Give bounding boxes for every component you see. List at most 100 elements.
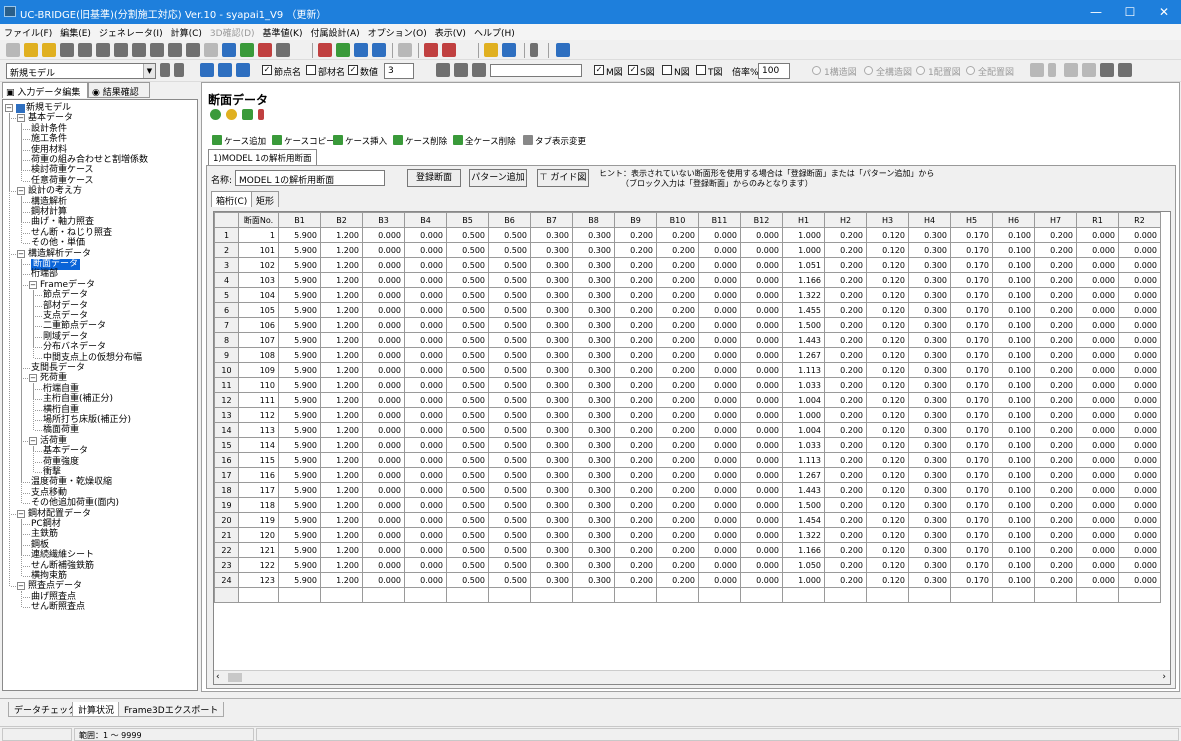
value-cell[interactable]: 0.200	[1034, 542, 1077, 558]
model-select[interactable]: 新規モデル ▼	[6, 63, 156, 79]
value-cell[interactable]: 0.000	[1076, 557, 1119, 573]
value-cell[interactable]: 0.000	[362, 392, 405, 408]
value-cell[interactable]: 0.120	[866, 392, 909, 408]
value-cell[interactable]: 0.000	[740, 242, 783, 258]
value-cell[interactable]: 0.500	[488, 287, 531, 303]
new-file-icon[interactable]	[6, 43, 20, 57]
value-cell[interactable]: 0.120	[866, 542, 909, 558]
value-cell[interactable]: 0.100	[992, 317, 1035, 333]
empty-cell[interactable]	[1118, 587, 1161, 603]
value-cell[interactable]: 0.000	[362, 287, 405, 303]
value-cell[interactable]: 0.300	[530, 392, 573, 408]
value-cell[interactable]: 0.000	[698, 257, 741, 273]
empty-cell[interactable]	[572, 587, 615, 603]
menu-item-1[interactable]: 編集(E)	[56, 24, 95, 39]
value-cell[interactable]: 0.500	[446, 512, 489, 528]
value-cell[interactable]: 0.000	[1076, 527, 1119, 543]
tab-display-change-button[interactable]: タブ表示変更	[523, 135, 586, 148]
value-cell[interactable]: 0.300	[572, 557, 615, 573]
tree-node[interactable]: 使用材料	[31, 145, 67, 156]
tree-node[interactable]: 死荷重	[40, 373, 67, 384]
value-cell[interactable]: 0.500	[488, 422, 531, 438]
value-cell[interactable]: 5.900	[278, 527, 321, 543]
value-cell[interactable]: 0.500	[446, 467, 489, 483]
value-cell[interactable]: 0.000	[1118, 332, 1161, 348]
value-cell[interactable]: 0.200	[656, 272, 699, 288]
section-no-cell[interactable]: 109	[238, 362, 279, 378]
value-cell[interactable]: 0.120	[866, 227, 909, 243]
value-cell[interactable]: 0.000	[1076, 362, 1119, 378]
value-cell[interactable]: 0.120	[866, 272, 909, 288]
value-cell[interactable]: 0.200	[824, 347, 867, 363]
value-cell[interactable]: 0.000	[362, 527, 405, 543]
value-cell[interactable]: 0.500	[488, 302, 531, 318]
value-cell[interactable]: 0.500	[446, 257, 489, 273]
value-cell[interactable]: 0.200	[824, 257, 867, 273]
tree-node[interactable]: 構造解析	[31, 197, 67, 208]
section-no-cell[interactable]: 102	[238, 257, 279, 273]
value-cell[interactable]: 0.500	[446, 317, 489, 333]
value-cell[interactable]: 0.300	[572, 452, 615, 468]
value-cell[interactable]: 0.200	[824, 242, 867, 258]
value-cell[interactable]: 0.200	[614, 437, 657, 453]
value-cell[interactable]: 0.120	[866, 242, 909, 258]
close-button[interactable]: ✕	[1147, 0, 1181, 24]
value-cell[interactable]: 0.500	[488, 452, 531, 468]
value-cell[interactable]: 0.500	[488, 332, 531, 348]
tree-node[interactable]: 主鉄筋	[31, 529, 58, 540]
value-cell[interactable]: 0.500	[488, 317, 531, 333]
value-cell[interactable]: 0.000	[1118, 272, 1161, 288]
value-cell[interactable]: 0.200	[1034, 392, 1077, 408]
section-no-cell[interactable]: 101	[238, 242, 279, 258]
support-icon[interactable]	[556, 43, 570, 57]
value-cell[interactable]: 1.200	[320, 332, 363, 348]
value-cell[interactable]: 0.000	[362, 242, 405, 258]
value-cell[interactable]: 1.004	[782, 422, 825, 438]
value-cell[interactable]: 1.200	[320, 422, 363, 438]
value-cell[interactable]: 0.300	[572, 362, 615, 378]
tree-node[interactable]: その他追加荷重(面内)	[31, 498, 119, 509]
value-cell[interactable]: 0.200	[824, 227, 867, 243]
value-cell[interactable]: 5.900	[278, 422, 321, 438]
section-no-cell[interactable]: 113	[238, 422, 279, 438]
value-cell[interactable]: 0.300	[908, 467, 951, 483]
value-cell[interactable]: 0.000	[698, 557, 741, 573]
value-cell[interactable]: 0.500	[488, 272, 531, 288]
value-cell[interactable]: 0.200	[1034, 497, 1077, 513]
section-no-cell[interactable]: 107	[238, 332, 279, 348]
value-cell[interactable]: 1.000	[782, 407, 825, 423]
value-cell[interactable]: 0.100	[992, 542, 1035, 558]
value-cell[interactable]: 0.200	[614, 257, 657, 273]
collapse-icon[interactable]: −	[17, 249, 25, 258]
value-cell[interactable]: 5.900	[278, 257, 321, 273]
value-cell[interactable]: 0.300	[572, 227, 615, 243]
tab-result-check[interactable]: ◉ 結果確認	[88, 82, 150, 98]
value-cell[interactable]: 0.000	[698, 332, 741, 348]
value-cell[interactable]: 0.300	[572, 572, 615, 588]
value-cell[interactable]: 0.100	[992, 347, 1035, 363]
value-cell[interactable]: 0.200	[824, 272, 867, 288]
empty-cell[interactable]	[278, 587, 321, 603]
case-tab[interactable]: 1)MODEL 1の解析用断面	[208, 149, 317, 165]
empty-cell[interactable]	[1076, 587, 1119, 603]
value-cell[interactable]: 0.300	[530, 332, 573, 348]
value-cell[interactable]: 0.000	[404, 422, 447, 438]
value-cell[interactable]: 0.200	[656, 392, 699, 408]
value-cell[interactable]: 0.300	[908, 497, 951, 513]
value-cell[interactable]: 5.900	[278, 497, 321, 513]
value-cell[interactable]: 0.300	[530, 557, 573, 573]
value-cell[interactable]: 0.000	[698, 542, 741, 558]
value-cell[interactable]: 0.000	[1118, 317, 1161, 333]
menu-item-8[interactable]: 表示(V)	[431, 24, 470, 39]
section-no-cell[interactable]: 108	[238, 347, 279, 363]
value-cell[interactable]: 0.170	[950, 542, 993, 558]
menu-item-9[interactable]: ヘルプ(H)	[470, 24, 519, 39]
value-cell[interactable]: 1.455	[782, 302, 825, 318]
rotate-icon[interactable]	[1082, 63, 1096, 77]
section-no-cell[interactable]: 118	[238, 497, 279, 513]
value-cell[interactable]: 0.000	[698, 392, 741, 408]
value-cell[interactable]: 0.200	[656, 347, 699, 363]
value-cell[interactable]: 0.300	[572, 497, 615, 513]
tree-node[interactable]: 温度荷重・乾燥収縮	[31, 477, 112, 488]
value-cell[interactable]: 0.170	[950, 287, 993, 303]
